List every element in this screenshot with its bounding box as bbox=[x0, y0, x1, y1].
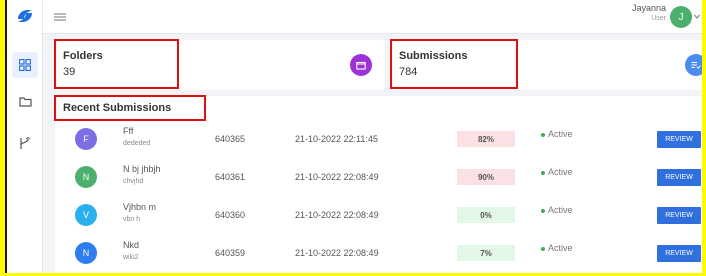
row-avatar: N bbox=[75, 166, 97, 188]
review-button[interactable]: REVIEW bbox=[657, 131, 701, 148]
checklist-icon bbox=[685, 54, 702, 76]
table-row[interactable]: N Nkd wiki2 640359 21-10-2022 22:08:49 7… bbox=[55, 235, 702, 271]
row-date: 21-10-2022 22:08:49 bbox=[295, 248, 379, 258]
table-row[interactable]: F Fff dededed 640365 21-10-2022 22:11:45… bbox=[55, 121, 702, 157]
row-avatar: N bbox=[75, 242, 97, 264]
sidebar-item-branches[interactable] bbox=[12, 130, 38, 156]
row-status: Active bbox=[548, 167, 573, 177]
sidebar-item-dashboard[interactable] bbox=[12, 52, 38, 78]
row-percent: 90% bbox=[457, 169, 515, 185]
row-id: 640361 bbox=[215, 172, 246, 182]
recent-submissions-highlight-box bbox=[54, 95, 206, 121]
review-button[interactable]: REVIEW bbox=[657, 245, 701, 262]
status-dot bbox=[541, 209, 545, 213]
row-id: 640365 bbox=[215, 134, 246, 144]
table-row[interactable]: N N bj jhbjh chvjhd 640361 21-10-2022 22… bbox=[55, 159, 702, 195]
sidebar bbox=[7, 0, 43, 273]
logo-icon bbox=[18, 9, 32, 23]
chevron-down-icon[interactable] bbox=[694, 14, 700, 19]
row-date: 21-10-2022 22:08:49 bbox=[295, 210, 379, 220]
review-button[interactable]: REVIEW bbox=[657, 207, 701, 224]
app-frame: Jayanna User J Folders 39 Submissions 78… bbox=[5, 0, 702, 273]
row-name: N bj jhbjh bbox=[123, 164, 161, 174]
status-dot bbox=[541, 133, 545, 137]
folder-icon bbox=[18, 96, 32, 107]
status-dot bbox=[541, 247, 545, 251]
row-percent: 7% bbox=[457, 245, 515, 261]
folders-highlight-box bbox=[54, 39, 179, 89]
row-status: Active bbox=[548, 205, 573, 215]
folder-card-icon bbox=[350, 54, 372, 76]
row-subtitle: dededed bbox=[123, 140, 151, 147]
row-subtitle: vbn h bbox=[123, 216, 141, 223]
submissions-highlight-box bbox=[390, 39, 518, 89]
row-status: Active bbox=[548, 243, 573, 253]
row-percent: 82% bbox=[457, 131, 515, 147]
user-info: Jayanna User bbox=[632, 3, 666, 22]
topbar: Jayanna User J bbox=[43, 0, 702, 34]
recent-submissions-panel: Recent Submissions F Fff dededed 640365 … bbox=[55, 96, 702, 273]
dashboard-icon bbox=[19, 59, 31, 71]
sidebar-item-folders[interactable] bbox=[12, 88, 38, 114]
user-name: Jayanna bbox=[631, 3, 666, 13]
row-id: 640360 bbox=[215, 210, 246, 220]
user-role: User bbox=[651, 15, 666, 22]
row-avatar: V bbox=[75, 204, 97, 226]
row-status: Active bbox=[548, 129, 573, 139]
branch-icon bbox=[20, 136, 31, 149]
row-name: Nkd bbox=[123, 240, 140, 250]
status-dot bbox=[541, 171, 545, 175]
row-date: 21-10-2022 22:08:49 bbox=[295, 172, 379, 182]
row-subtitle: wiki2 bbox=[123, 254, 139, 261]
row-avatar: F bbox=[75, 128, 97, 150]
row-percent: 0% bbox=[457, 207, 515, 223]
row-name: Fff bbox=[123, 126, 134, 136]
row-subtitle: chvjhd bbox=[123, 178, 144, 185]
avatar[interactable]: J bbox=[670, 6, 692, 28]
table-row[interactable]: V Vjhbn m vbn h 640360 21-10-2022 22:08:… bbox=[55, 197, 702, 233]
row-name: Vjhbn m bbox=[123, 202, 157, 212]
row-id: 640359 bbox=[215, 248, 246, 258]
row-date: 21-10-2022 22:11:45 bbox=[295, 134, 378, 144]
review-button[interactable]: REVIEW bbox=[657, 169, 701, 186]
menu-icon[interactable] bbox=[53, 10, 67, 24]
